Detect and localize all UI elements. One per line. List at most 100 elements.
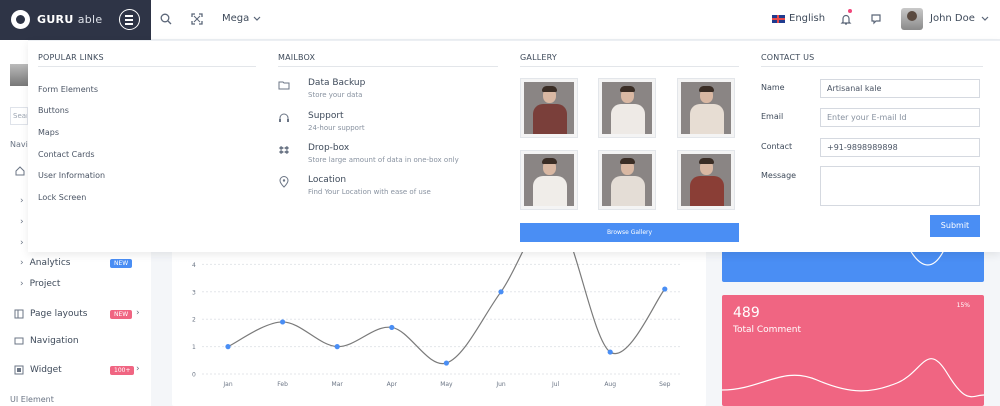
sidebar-item-project[interactable]: › Project — [20, 279, 60, 289]
mailbox-item-drop-box[interactable]: Drop-box Store large amount of data in o… — [278, 143, 459, 164]
message-label: Message — [761, 171, 797, 180]
x-tick-label: Jul — [551, 381, 560, 388]
fullscreen-icon[interactable] — [190, 12, 204, 26]
mega-menu-toggle[interactable]: Mega — [222, 13, 249, 24]
gallery-thumbnail[interactable] — [520, 78, 578, 138]
mailbox-item-title: Support — [308, 111, 344, 121]
submit-button[interactable]: Submit — [930, 215, 980, 237]
email-input[interactable]: Enter your E-mail Id — [820, 108, 980, 127]
message-icon[interactable] — [869, 12, 883, 26]
link-form-elements[interactable]: Form Elements — [38, 85, 98, 94]
y-tick-label: 0 — [192, 372, 196, 379]
gallery-thumbnail[interactable] — [677, 78, 735, 138]
search-icon[interactable] — [159, 12, 173, 26]
mailbox-item-title: Drop-box — [308, 143, 350, 153]
sidebar-item-analytics[interactable]: › Analytics — [20, 258, 70, 268]
notification-dot — [848, 9, 852, 13]
mailbox-item-location[interactable]: Location Find Your Location with ease of… — [278, 175, 431, 196]
data-point[interactable] — [443, 360, 449, 366]
link-contact-cards[interactable]: Contact Cards — [38, 150, 95, 159]
link-user-information[interactable]: User Information — [38, 171, 105, 180]
data-point[interactable] — [607, 349, 613, 355]
widget-icon — [14, 365, 24, 375]
data-point[interactable] — [389, 324, 395, 331]
gallery-thumbnail[interactable] — [520, 150, 578, 210]
data-point[interactable] — [498, 289, 504, 295]
bell-icon[interactable] — [839, 12, 853, 26]
dropbox-icon — [279, 146, 289, 154]
contact-label: Contact — [761, 142, 793, 151]
brand-area: GURU able — [0, 0, 151, 40]
x-tick-label: Sep — [659, 381, 671, 388]
sidebar-item-navigation[interactable]: Navigation — [14, 336, 79, 346]
link-lock-screen[interactable]: Lock Screen — [38, 193, 86, 202]
chevron-right-icon: › — [20, 238, 24, 248]
link-buttons[interactable]: Buttons — [38, 106, 69, 115]
sidebar-search-input[interactable]: Sear — [10, 107, 28, 125]
menu-toggle-button[interactable] — [119, 9, 140, 30]
x-tick-label: Mar — [332, 381, 344, 388]
headset-icon — [279, 113, 289, 122]
chevron-right-icon: › — [20, 217, 24, 227]
user-avatar[interactable] — [901, 8, 923, 30]
language-label: English — [789, 13, 826, 24]
mailbox-item-desc: Store your data — [308, 91, 363, 99]
sidebar-group-label: UI Element — [10, 395, 54, 404]
mailbox-item-desc: 24-hour support — [308, 124, 365, 132]
data-point[interactable] — [334, 344, 340, 350]
brand-name-text: GURU — [37, 13, 74, 26]
y-tick-label: 3 — [192, 289, 196, 296]
chevron-down-icon[interactable] — [980, 12, 990, 26]
sidebar-avatar — [10, 64, 28, 86]
sidebar-item-label: Project — [29, 279, 61, 289]
sidebar-item-page-layouts[interactable]: Page layouts — [14, 309, 87, 319]
contact-us-title: CONTACT US — [761, 53, 815, 62]
divider — [278, 66, 498, 67]
new-badge: NEW — [110, 310, 133, 319]
gallery-thumbnail[interactable] — [598, 78, 656, 138]
data-point[interactable] — [280, 319, 286, 325]
chevron-right-icon: › — [136, 308, 140, 318]
chevron-down-icon[interactable] — [252, 12, 262, 26]
email-label: Email — [761, 112, 784, 121]
x-tick-label: Feb — [277, 381, 288, 388]
sidebar-item-widget[interactable]: Widget — [14, 365, 62, 375]
layout-icon — [14, 309, 24, 319]
message-textarea[interactable] — [820, 166, 980, 206]
gallery-thumbnail[interactable] — [677, 150, 735, 210]
name-input[interactable]: Artisanal kale — [820, 79, 980, 98]
contact-input[interactable]: +91-9898989898 — [820, 138, 980, 157]
data-point[interactable] — [662, 286, 668, 292]
brand-suffix-text: able — [77, 13, 103, 26]
home-icon — [15, 166, 25, 176]
sidebar-item-label: Navigation — [30, 336, 79, 346]
mailbox-item-title: Data Backup — [308, 78, 366, 88]
count-badge: 100+ — [110, 366, 135, 375]
user-name[interactable]: John Doe — [930, 13, 975, 24]
gallery-thumbnail[interactable] — [598, 150, 656, 210]
sidebar-nav-label: Navi — [10, 140, 28, 149]
name-label: Name — [761, 83, 785, 92]
sidebar-item-label: Analytics — [29, 258, 71, 268]
x-tick-label: Apr — [387, 381, 398, 388]
x-tick-label: Jan — [222, 381, 232, 388]
chevron-right-icon: › — [20, 258, 24, 268]
folder-icon — [278, 81, 290, 90]
sidebar-item-label: Widget — [30, 365, 62, 375]
y-tick-label: 2 — [192, 317, 196, 324]
x-tick-label: Jun — [495, 381, 506, 388]
navigation-icon — [14, 337, 24, 345]
sidebar-item-label: Page layouts — [30, 309, 88, 319]
divider — [520, 66, 739, 67]
data-point[interactable] — [225, 344, 231, 350]
language-selector[interactable]: English — [772, 13, 825, 24]
brand-name[interactable]: GURU able — [37, 13, 102, 26]
divider — [761, 66, 983, 67]
mailbox-item-data-backup[interactable]: Data Backup Store your data — [278, 78, 365, 99]
mailbox-item-support[interactable]: Support 24-hour support — [278, 111, 365, 132]
browse-gallery-button[interactable]: Browse Gallery — [520, 223, 739, 242]
logo-icon — [11, 10, 30, 29]
chevron-right-icon: › — [136, 364, 140, 374]
link-maps[interactable]: Maps — [38, 128, 59, 137]
y-tick-label: 4 — [192, 262, 196, 269]
